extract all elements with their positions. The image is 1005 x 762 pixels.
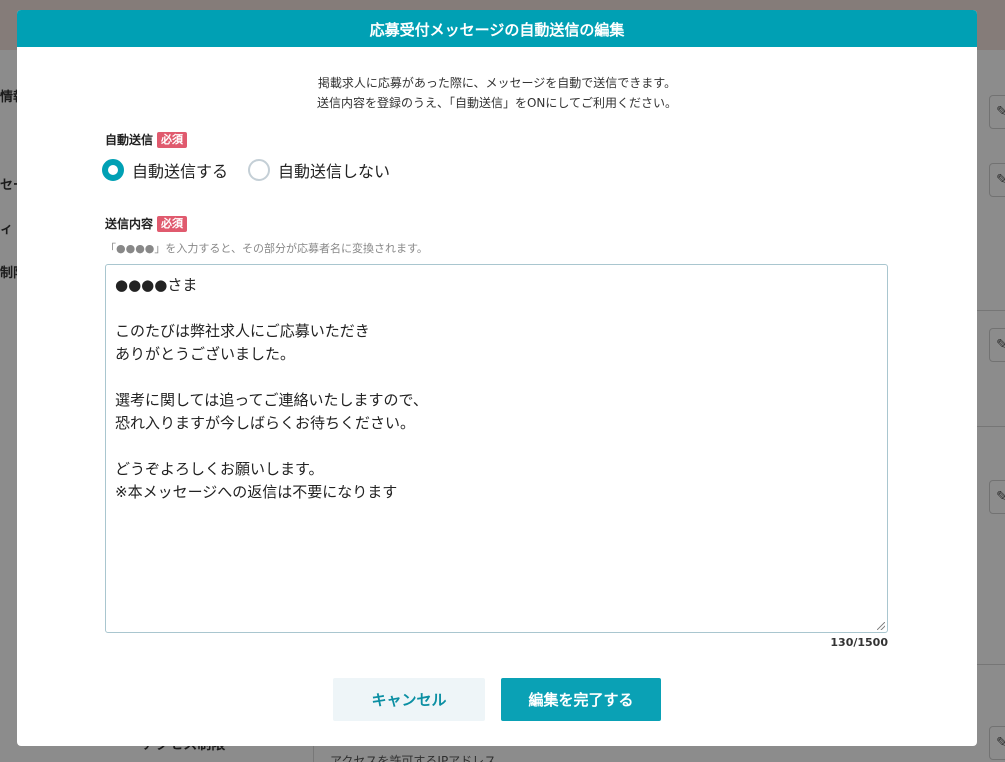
required-badge: 必須 xyxy=(157,131,188,148)
description-line: 送信内容を登録のうえ、「自動送信」をONにしてご利用ください。 xyxy=(316,96,678,110)
auto-send-off-label: 自動送信しない xyxy=(278,162,391,181)
resize-handle-icon[interactable] xyxy=(877,622,885,630)
edit-auto-message-dialog: 応募受付メッセージの自動送信の編集 掲載求人に応募があった際に、メッセージを自動… xyxy=(17,10,977,746)
auto-send-off-option[interactable]: 自動送信しない xyxy=(248,158,390,182)
auto-send-label-text: 自動送信 xyxy=(105,133,154,147)
content-hint: 「●●●●」を入力すると、その部分が応募者名に変換されます。 xyxy=(105,242,428,255)
radio-unchecked-icon[interactable] xyxy=(248,159,271,181)
message-text[interactable]: ●●●●さま このたびは弊社求人にご応募いただき ありがとうございました。 選考… xyxy=(115,274,878,504)
message-textarea[interactable]: ●●●●さま このたびは弊社求人にご応募いただき ありがとうございました。 選考… xyxy=(105,264,888,633)
complete-edit-button[interactable]: 編集を完了する xyxy=(501,678,661,721)
character-count: 130/1500 xyxy=(830,636,888,649)
cancel-button[interactable]: キャンセル xyxy=(333,678,485,721)
auto-send-on-option[interactable]: 自動送信する xyxy=(102,158,228,182)
auto-send-on-label: 自動送信する xyxy=(132,162,229,181)
radio-checked-icon[interactable] xyxy=(102,159,124,181)
content-label-text: 送信内容 xyxy=(105,217,154,231)
auto-send-label: 自動送信 必須 xyxy=(105,131,188,148)
description-line: 掲載求人に応募があった際に、メッセージを自動で送信できます。 xyxy=(317,76,677,90)
required-badge: 必須 xyxy=(157,215,188,232)
content-label: 送信内容 必須 xyxy=(105,215,188,232)
auto-send-radio-group: 自動送信する 自動送信しない xyxy=(102,158,390,182)
dialog-title: 応募受付メッセージの自動送信の編集 xyxy=(17,10,977,47)
dialog-description: 掲載求人に応募があった際に、メッセージを自動で送信できます。 送信内容を登録のう… xyxy=(17,73,977,113)
